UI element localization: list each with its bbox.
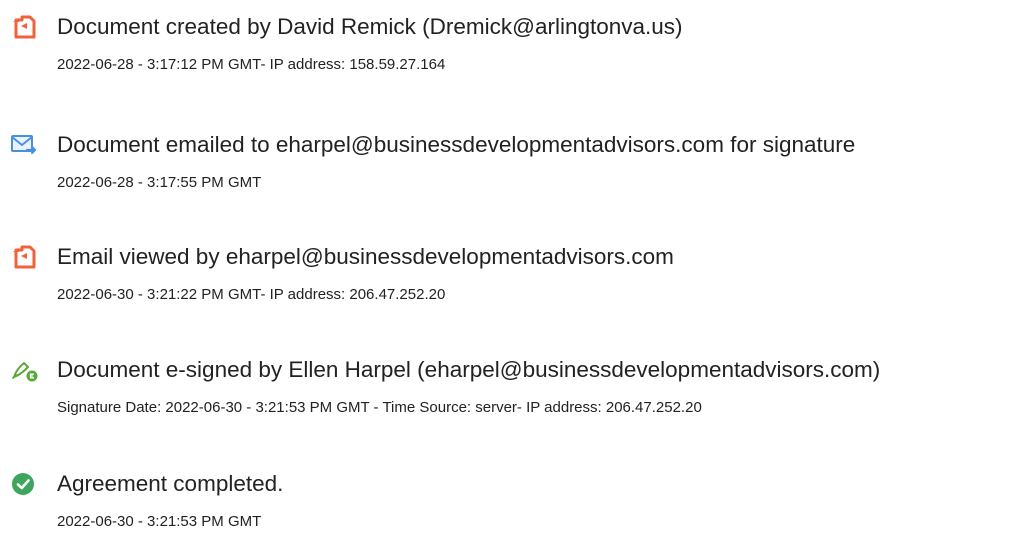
event-title: Document created by David Remick (Dremic… (57, 14, 683, 39)
event-detail: 2022-06-28 - 3:17:12 PM GMT- IP address:… (57, 56, 446, 73)
event-detail: 2022-06-28 - 3:17:55 PM GMT (57, 174, 262, 191)
event-detail: Signature Date: 2022-06-30 - 3:21:53 PM … (57, 399, 702, 416)
event-title: Document e-signed by Ellen Harpel (eharp… (57, 357, 881, 382)
event-title: Document emailed to eharpel@businessdeve… (57, 132, 856, 157)
document-created-icon (10, 14, 38, 40)
event-detail: 2022-06-30 - 3:21:53 PM GMT (57, 513, 262, 530)
document-viewed-icon (10, 244, 38, 270)
event-title: Email viewed by eharpel@businessdevelopm… (57, 244, 674, 269)
audit-history: Document created by David Remick (Dremic… (0, 0, 1033, 537)
checkmark-circle-icon (10, 471, 38, 497)
event-title: Agreement completed. (57, 471, 284, 496)
event-detail: 2022-06-30 - 3:21:22 PM GMT- IP address:… (57, 286, 446, 303)
e-sign-pen-icon (10, 357, 38, 383)
envelope-send-icon (10, 132, 38, 158)
